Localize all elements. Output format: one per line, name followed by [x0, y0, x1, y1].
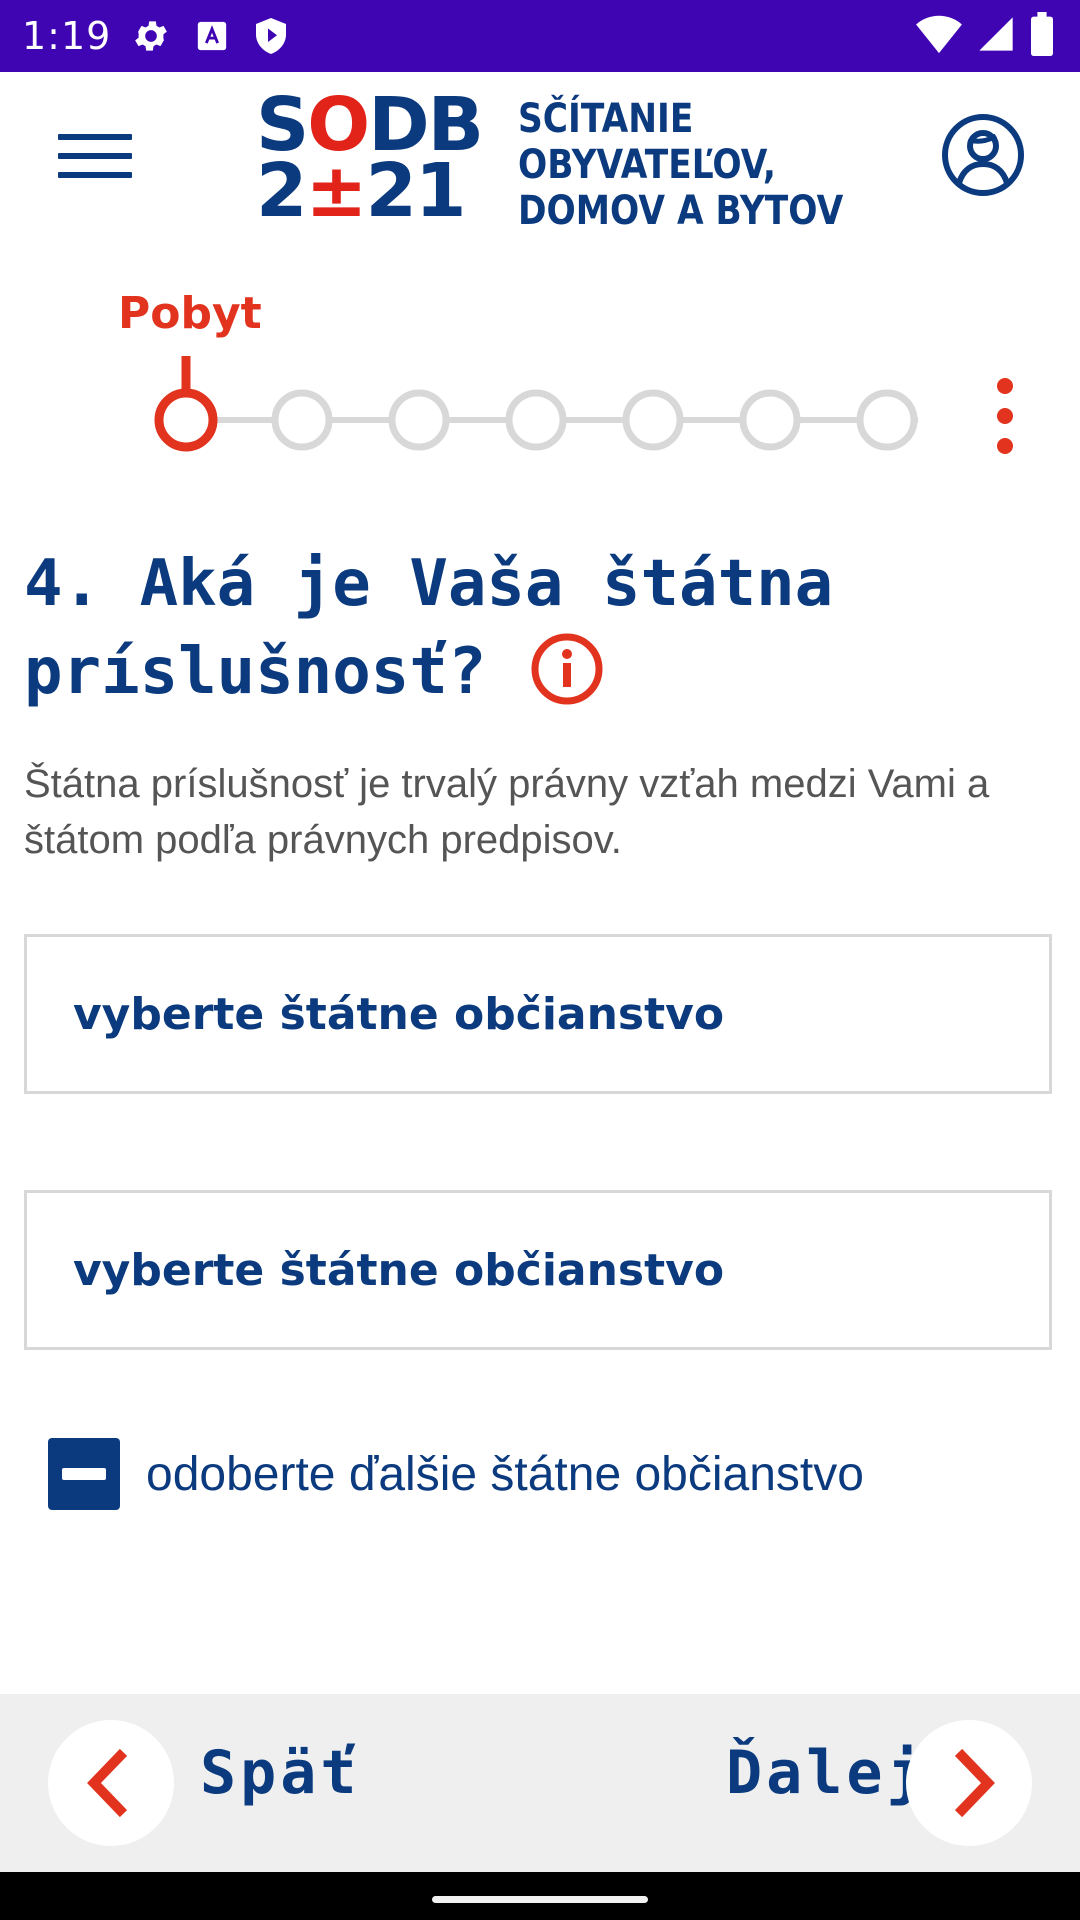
shield-play-icon: [256, 18, 287, 54]
battery-icon: [1031, 12, 1053, 56]
info-icon[interactable]: [530, 632, 604, 706]
app-header: SODB 2±21 SČÍTANIE OBYVATEĽOV, DOMOV A B…: [0, 72, 1080, 242]
current-step-label: Pobyt: [118, 288, 262, 339]
select-placeholder: vyberte štátne občianstvo: [73, 988, 725, 1040]
back-button[interactable]: [40, 1694, 400, 1872]
next-button[interactable]: [700, 1694, 1040, 1872]
citizenship-select-2[interactable]: vyberte štátne občianstvo: [24, 1190, 1052, 1350]
question-title: 4. Aká je Vaša štátna príslušnosť?: [24, 547, 834, 709]
logo-text-line1: SČÍTANIE: [518, 96, 694, 142]
remove-citizenship-button[interactable]: odoberte ďalšie štátne občianstvo: [48, 1438, 864, 1510]
step-1: [154, 388, 218, 452]
logo-text: SČÍTANIE OBYVATEĽOV, DOMOV A BYTOV: [518, 96, 843, 234]
text-app-icon: [198, 21, 227, 51]
home-gesture-pill[interactable]: [432, 1896, 648, 1903]
settings-icon: [135, 21, 168, 51]
select-placeholder: vyberte štátne občianstvo: [73, 1244, 725, 1296]
bottom-navigation: Späť Ďalej: [0, 1694, 1080, 1872]
status-icons-right: [916, 12, 1054, 56]
step-5: [622, 389, 684, 451]
minus-square-icon: [48, 1438, 120, 1510]
step-7: [856, 389, 918, 451]
logo-text-line2: OBYVATEĽOV,: [518, 142, 777, 188]
app-screen: 1:19 SODB 2±21 SČÍTANIE OBYVATEĽOV, DOMO…: [0, 0, 1080, 1920]
step-3: [388, 389, 450, 451]
remove-citizenship-label: odoberte ďalšie štátne občianstvo: [146, 1447, 864, 1501]
status-icons-left: [131, 16, 289, 56]
wifi-icon: [916, 15, 962, 54]
logo-text-line3: DOMOV A BYTOV: [518, 188, 844, 234]
step-4: [505, 389, 567, 451]
step-6: [739, 389, 801, 451]
signal-icon: [979, 17, 1013, 51]
status-bar: 1:19: [0, 0, 1080, 72]
system-nav-bar: [0, 1872, 1080, 1920]
logo-mark: SODB 2±21: [256, 88, 484, 234]
progress-stepper: [154, 356, 918, 452]
citizenship-select-1[interactable]: vyberte štátne občianstvo: [24, 934, 1052, 1094]
status-time: 1:19: [22, 14, 112, 58]
more-vertical-icon[interactable]: [985, 378, 1025, 458]
question-description: Štátna príslušnosť je trvalý právny vzťa…: [24, 762, 990, 862]
user-profile-icon[interactable]: [940, 112, 1026, 198]
hamburger-menu-icon[interactable]: [58, 134, 132, 184]
logo-mark-bottom: 2±21: [256, 148, 467, 234]
step-2: [271, 389, 333, 451]
sodb-logo: SODB 2±21 SČÍTANIE OBYVATEĽOV, DOMOV A B…: [256, 88, 896, 234]
